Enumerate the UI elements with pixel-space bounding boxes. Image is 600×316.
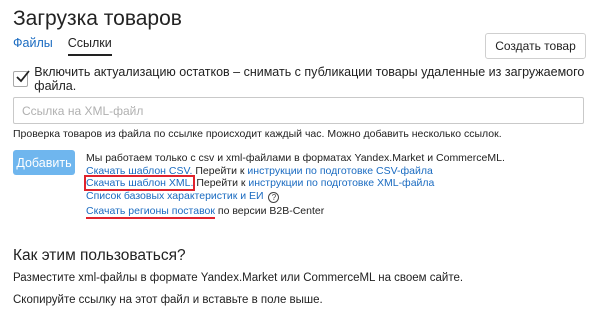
help-icon[interactable]: ?: [268, 191, 280, 203]
create-product-button[interactable]: Создать товар: [485, 33, 586, 59]
how-to-step: Разместите xml-файлы в формате Yandex.Ma…: [13, 272, 464, 284]
info-intro: Мы работаем только с csv и xml-файлами в…: [86, 152, 505, 164]
xml-goto-text: Перейти к: [196, 177, 246, 190]
xml-url-input[interactable]: [13, 97, 584, 124]
characteristics-line: Список базовых характеристик и ЕИ ?: [86, 190, 505, 203]
xml-line: Скачать шаблон XML. Перейти к инструкции…: [83, 175, 505, 192]
regions-suffix: по версии B2B-Center: [217, 204, 325, 217]
update-option-row: Включить актуализацию остатков – снимать…: [13, 65, 600, 93]
csv-line: Скачать шаблон CSV. Перейти к инструкции…: [86, 165, 505, 178]
xml-instructions-link[interactable]: инструкции по подготовке XML-файла: [248, 177, 434, 189]
csv-instructions-link[interactable]: инструкции по подготовке CSV-файла: [247, 165, 432, 177]
how-to-step: Скопируйте ссылку на этот файл и вставьт…: [13, 294, 323, 306]
update-option-checkbox[interactable]: [13, 70, 30, 87]
how-to-title: Как этим пользоваться?: [13, 247, 186, 264]
page-title: Загрузка товаров: [13, 7, 182, 30]
tab-links[interactable]: Ссылки: [67, 36, 112, 56]
characteristics-link[interactable]: Список базовых характеристик и ЕИ: [86, 190, 264, 202]
download-csv-template-link[interactable]: Скачать шаблон CSV.: [86, 165, 192, 177]
add-button[interactable]: Добавить: [13, 150, 75, 175]
hint-text: Проверка товаров из файла по ссылке прои…: [13, 128, 502, 140]
info-block: Мы работаем только с csv и xml-файлами в…: [83, 152, 505, 219]
checkmark-icon: [16, 70, 30, 83]
tab-files[interactable]: Файлы: [13, 36, 53, 56]
download-xml-template-link[interactable]: Скачать шаблон XML.: [83, 175, 196, 192]
csv-goto-text: Перейти к: [195, 164, 245, 177]
regions-line: Скачать регионы поставок по версии B2B-C…: [86, 204, 505, 219]
download-regions-link[interactable]: Скачать регионы поставок: [86, 204, 215, 219]
tabs: Файлы Ссылки: [13, 36, 112, 56]
update-option-label: Включить актуализацию остатков – снимать…: [34, 65, 585, 93]
